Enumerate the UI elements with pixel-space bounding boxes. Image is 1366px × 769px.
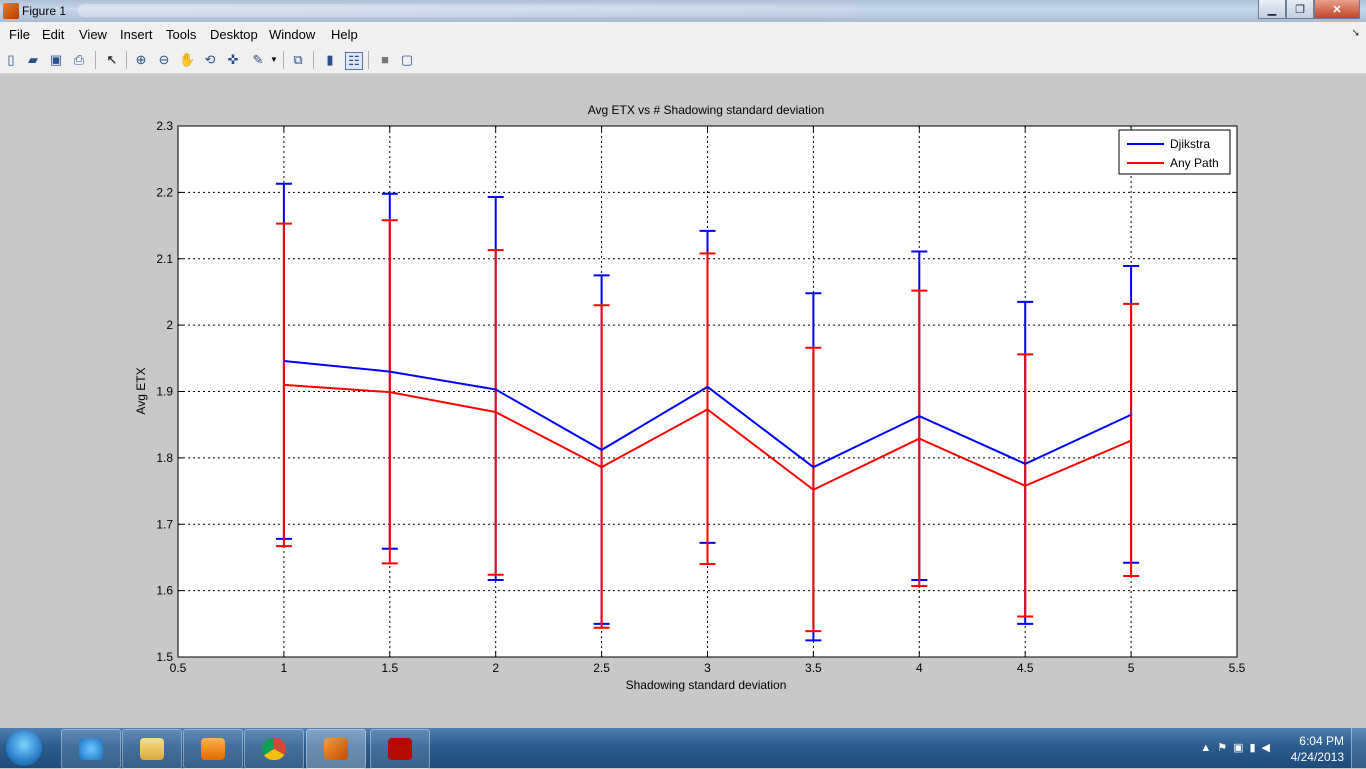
y-tick-label: 1.8 <box>156 451 173 465</box>
x-tick-label: 3.5 <box>805 661 822 675</box>
brush-icon[interactable]: ✎ <box>250 52 266 68</box>
x-tick-label: 2 <box>492 661 499 675</box>
brush-dropdown-icon[interactable]: ▼ <box>266 52 282 68</box>
window-title: Figure 1 <box>22 4 67 18</box>
x-tick-label: 5.5 <box>1229 661 1246 675</box>
menu-insert[interactable]: Insert <box>120 27 153 42</box>
link-plot-icon[interactable]: ⧉ <box>290 52 306 68</box>
media-player-icon <box>201 738 225 760</box>
menu-bar: File Edit View Insert Tools Desktop Wind… <box>0 22 1366 47</box>
minimize-button[interactable]: ▁ <box>1258 0 1286 19</box>
open-file-icon[interactable]: ▰ <box>25 52 41 68</box>
start-button[interactable] <box>6 730 42 766</box>
menu-desktop[interactable]: Desktop <box>210 27 258 42</box>
minimize-icon: ▁ <box>1267 3 1277 16</box>
legend-label-djikstra: Djikstra <box>1170 137 1210 151</box>
windows-taskbar: ▲⚑▣▮◀ 6:04 PM 4/24/2013 <box>0 728 1366 769</box>
toolbar-separator <box>283 51 284 69</box>
toolbar-separator <box>368 51 369 69</box>
legend-icon[interactable]: ☷ <box>345 52 363 70</box>
taskbar-matlab[interactable] <box>306 729 366 769</box>
rotate-icon[interactable]: ⟲ <box>202 52 218 68</box>
figure-canvas: 0.5 1 1.5 2 2.5 3 3.5 4 4.5 5 5.5 1.5 1.6 1.7 1.8 1.9 2 2… <box>0 74 1366 728</box>
acrobat-icon <box>388 738 412 760</box>
hide-plot-tools-icon[interactable]: ■ <box>377 52 393 68</box>
print-icon[interactable]: ⎙ <box>71 52 87 68</box>
x-tick-label: 1.5 <box>381 661 398 675</box>
menu-edit[interactable]: Edit <box>42 27 64 42</box>
save-icon[interactable]: ▣ <box>48 52 64 68</box>
taskbar-acrobat[interactable] <box>370 729 430 769</box>
y-tick-label: 1.9 <box>156 385 173 399</box>
menu-help[interactable]: Help <box>331 27 358 42</box>
legend[interactable]: Djikstra Any Path <box>1118 129 1231 175</box>
menu-view[interactable]: View <box>79 27 107 42</box>
maximize-button[interactable]: ❐ <box>1286 0 1314 19</box>
y-tick-label: 1.5 <box>156 650 173 664</box>
colorbar-icon[interactable]: ▮ <box>322 52 338 68</box>
system-tray[interactable]: ▲⚑▣▮◀ <box>1200 741 1276 754</box>
line-chart[interactable]: 0.5 1 1.5 2 2.5 3 3.5 4 4.5 5 5.51.51.61.71.81.922… <box>0 74 1366 728</box>
x-tick-label: 4.5 <box>1017 661 1034 675</box>
x-axis-label: Shadowing standard deviation <box>626 678 787 692</box>
menubar-chevron-icon[interactable]: ➘ <box>1352 28 1360 39</box>
x-tick-label: 1 <box>281 661 288 675</box>
y-tick-label: 1.6 <box>156 584 173 598</box>
show-plot-tools-icon[interactable]: ▢ <box>399 52 415 68</box>
toolbar-separator <box>313 51 314 69</box>
y-tick-label: 1.7 <box>156 517 173 531</box>
file-explorer-icon <box>140 738 164 760</box>
title-bar: Figure 1 ▁ ❐ ✕ <box>0 0 1366 22</box>
pointer-icon[interactable]: ↖ <box>104 52 120 68</box>
figure-toolbar: ▯ ▰ ▣ ⎙ ↖ ⊕ ⊖ ✋ ⟲ ✜ ✎ ▼ ⧉ ▮ ☷ ■ ▢ <box>0 47 1366 74</box>
show-desktop-button[interactable] <box>1351 728 1366 768</box>
matlab-figure-icon <box>3 3 19 19</box>
y-tick-label: 2 <box>166 318 173 332</box>
internet-explorer-icon <box>79 738 103 760</box>
clock-date[interactable]: 4/24/2013 <box>1291 750 1344 764</box>
clock-time[interactable]: 6:04 PM <box>1299 734 1344 748</box>
restore-icon: ❐ <box>1295 3 1305 16</box>
matlab-icon <box>324 738 348 760</box>
taskbar-explorer[interactable] <box>122 729 182 769</box>
menu-window[interactable]: Window <box>269 27 315 42</box>
chrome-icon <box>262 738 286 760</box>
data-cursor-icon[interactable]: ✜ <box>225 52 241 68</box>
close-icon: ✕ <box>1332 3 1342 16</box>
x-tick-label: 4 <box>916 661 923 675</box>
taskbar-chrome[interactable] <box>244 729 304 769</box>
x-tick-label: 3 <box>704 661 711 675</box>
new-figure-icon[interactable]: ▯ <box>3 52 19 68</box>
menu-file[interactable]: File <box>9 27 30 42</box>
x-tick-label: 5 <box>1128 661 1135 675</box>
taskbar-ie[interactable] <box>61 729 121 769</box>
toolbar-separator <box>126 51 127 69</box>
y-tick-label: 2.2 <box>156 185 173 199</box>
menu-tools[interactable]: Tools <box>166 27 196 42</box>
zoom-out-icon[interactable]: ⊖ <box>156 52 172 68</box>
y-tick-label: 2.3 <box>156 119 173 133</box>
close-button[interactable]: ✕ <box>1314 0 1360 19</box>
y-axis-label: Avg ETX <box>134 367 148 414</box>
chart-title: Avg ETX vs # Shadowing standard deviatio… <box>588 103 825 117</box>
toolbar-separator <box>95 51 96 69</box>
zoom-in-icon[interactable]: ⊕ <box>133 52 149 68</box>
title-path-blur <box>78 4 858 17</box>
y-tick-label: 2.1 <box>156 252 173 266</box>
pan-icon[interactable]: ✋ <box>179 52 195 68</box>
taskbar-media-player[interactable] <box>183 729 243 769</box>
legend-label-any-path: Any Path <box>1170 156 1219 170</box>
x-tick-label: 2.5 <box>593 661 610 675</box>
